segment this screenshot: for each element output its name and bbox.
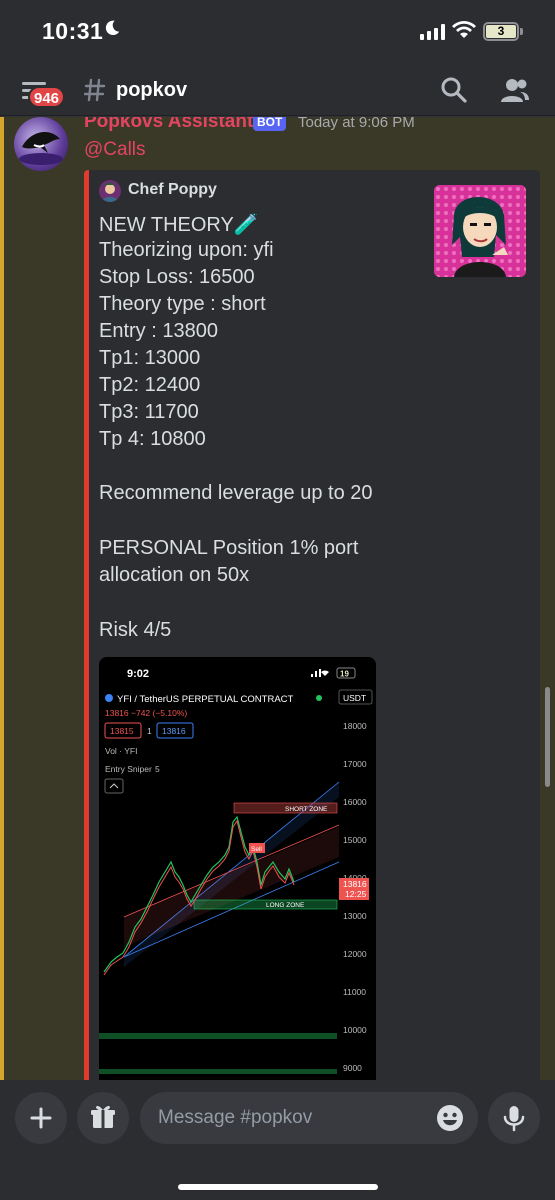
chart-price-tag-time: 12:25	[345, 889, 367, 899]
voice-button[interactable]	[488, 1092, 540, 1144]
chart-short-zone: SHORT ZONE	[285, 806, 328, 813]
battery-cap	[520, 28, 523, 35]
message-embed: Chef Poppy NEW THEORY🧪 Theorizing upon: …	[84, 170, 540, 1080]
embed-author-name[interactable]: Chef Poppy	[128, 181, 217, 199]
chart-y-tick: 17000	[343, 759, 367, 769]
add-button[interactable]	[15, 1092, 67, 1144]
emoji-icon[interactable]	[436, 1104, 464, 1132]
microphone-icon	[503, 1106, 525, 1132]
search-icon[interactable]	[440, 76, 468, 104]
moon-icon	[105, 20, 120, 36]
embed-line: PERSONAL Position 1% port	[99, 537, 359, 559]
chart-y-tick: 13000	[343, 911, 367, 921]
embed-line: Tp 4: 10800	[99, 428, 206, 450]
embed-line: NEW THEORY🧪	[99, 214, 259, 236]
chart-bid: 13815	[110, 726, 134, 736]
bot-avatar[interactable]	[14, 117, 68, 171]
chart-y-tick: 12000	[343, 949, 367, 959]
embed-line: Recommend leverage up to 20	[99, 482, 373, 504]
chart-long-zone: LONG ZONE	[266, 902, 305, 909]
chart-price-tag: 13816	[343, 879, 367, 889]
chart-vol-label: Vol · YFI	[105, 746, 137, 756]
chart-currency: USDT	[343, 693, 366, 703]
chart-ask: 13816	[162, 726, 186, 736]
chart-pair-title: YFI / TetherUS PERPETUAL CONTRACT	[117, 694, 294, 705]
chart-indicator: Entry Sniper	[105, 764, 152, 774]
embed-line: Theorizing upon: yfi	[99, 239, 274, 261]
role-mention[interactable]: @Calls	[84, 139, 146, 161]
message-list[interactable]: Popkovs Assistant BOT Today at 9:06 PM @…	[0, 117, 555, 1080]
message-author[interactable]: Popkovs Assistant	[84, 117, 253, 133]
embed-thumbnail[interactable]	[434, 185, 526, 277]
chart-sell-label: Sell	[251, 846, 262, 853]
chart-y-tick: 18000	[343, 721, 367, 731]
chart-y-tick: 9000	[343, 1063, 362, 1073]
embed-line: Risk 4/5	[99, 619, 172, 641]
battery-level: 3	[497, 24, 505, 38]
chart-indicator-value: 5	[155, 764, 160, 774]
gift-button[interactable]	[77, 1092, 129, 1144]
battery-icon: 3	[483, 22, 519, 41]
status-time: 10:31	[42, 18, 104, 44]
scrollbar[interactable]	[545, 687, 550, 787]
chart-y-tick: 15000	[343, 835, 367, 845]
chart-phone-time: 9:02	[127, 668, 149, 680]
unread-badge[interactable]: 946	[28, 86, 66, 108]
home-indicator	[178, 1184, 378, 1190]
embed-line: allocation on 50x	[99, 564, 250, 586]
embed-line: Tp3: 11700	[99, 401, 199, 423]
status-bar: 10:31 3	[0, 0, 555, 64]
embed-line: Tp2: 12400	[99, 374, 201, 396]
message-input[interactable]	[140, 1092, 478, 1144]
members-icon[interactable]	[500, 76, 530, 104]
embed-author-avatar	[99, 180, 121, 202]
chart-price-line: 13816 −742 (−5.10%)	[105, 708, 187, 718]
wifi-icon	[452, 21, 476, 38]
hash-icon	[84, 78, 106, 102]
channel-title[interactable]: popkov	[116, 79, 187, 102]
embed-line: Stop Loss: 16500	[99, 266, 255, 288]
message-timestamp: Today at 9:06 PM	[298, 117, 415, 131]
embed-line: Tp1: 13000	[99, 347, 201, 369]
chart-y-tick: 16000	[343, 797, 367, 807]
chart-qty: 1	[147, 726, 152, 736]
plus-icon	[30, 1107, 52, 1129]
signal-icon	[420, 24, 445, 40]
embed-line: Entry : 13800	[99, 320, 218, 342]
gift-icon	[91, 1105, 115, 1128]
embed-line: Theory type : short	[99, 293, 266, 315]
chart-screenshot[interactable]: 9:02 19 YFI / TetherUS PERPETUAL CONTRAC…	[99, 657, 376, 1080]
chart-phone-battery: 19	[340, 670, 349, 679]
bot-tag: BOT	[253, 117, 287, 131]
chart-y-tick: 11000	[343, 987, 366, 997]
chart-y-tick: 10000	[343, 1025, 367, 1035]
mention-highlight-bar	[0, 117, 4, 1080]
